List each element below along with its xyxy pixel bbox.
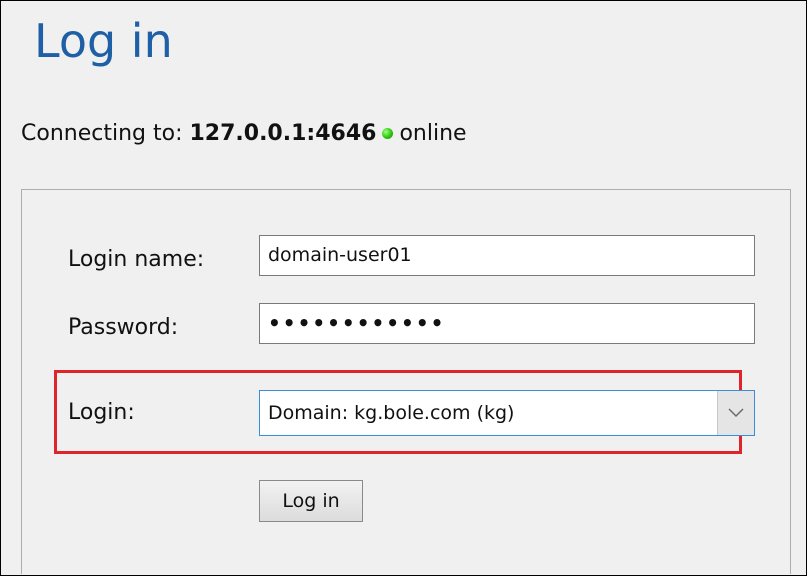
online-status-icon bbox=[382, 127, 394, 139]
login-button[interactable]: Log in bbox=[259, 480, 363, 522]
chevron-down-icon[interactable] bbox=[717, 391, 754, 435]
connection-prefix: Connecting to: bbox=[21, 121, 183, 146]
login-type-selected-value: Domain: kg.bole.com (kg) bbox=[268, 402, 515, 424]
connection-status-text: online bbox=[399, 121, 467, 146]
password-field[interactable]: •••••••••••• bbox=[259, 303, 755, 344]
login-type-select[interactable]: Domain: kg.bole.com (kg) bbox=[259, 390, 755, 436]
password-label: Password: bbox=[68, 315, 179, 340]
server-address: 127.0.0.1:4646 bbox=[189, 121, 377, 146]
connection-status: Connecting to: 127.0.0.1:4646 online bbox=[21, 119, 467, 149]
page-title: Log in bbox=[34, 14, 173, 68]
login-type-label: Login: bbox=[68, 400, 135, 425]
login-name-field[interactable]: domain-user01 bbox=[259, 235, 755, 276]
login-name-label: Login name: bbox=[68, 247, 205, 272]
login-form-panel: Login name: domain-user01 Password: ••••… bbox=[21, 189, 791, 574]
login-window: Log in Connecting to: 127.0.0.1:4646 onli… bbox=[0, 0, 807, 576]
